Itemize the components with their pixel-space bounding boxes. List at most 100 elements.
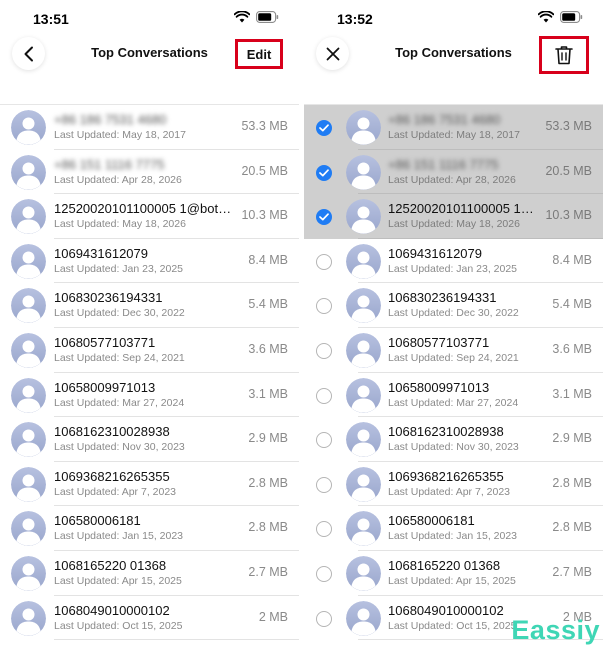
selection-checkbox[interactable] <box>316 565 332 582</box>
avatar <box>346 555 381 591</box>
conversation-row[interactable]: 106580006181 Last Updated: Jan 15, 2023 2.… <box>0 506 299 551</box>
person-icon <box>346 199 381 235</box>
conversation-row[interactable]: 1069431612079 Last Updated: Jan 23, 2025 8… <box>304 239 603 284</box>
avatar <box>346 243 381 279</box>
last-updated: Last Updated: Oct 15, 2025 <box>54 619 183 632</box>
last-updated: Last Updated: Apr 28, 2026 <box>388 173 516 186</box>
conversation-row[interactable]: 106580006181 Last Updated: Jan 15, 2023 2.… <box>304 506 603 551</box>
person-icon <box>11 422 46 458</box>
conversation-row[interactable]: 106830236194331 Last Updated: Dec 30, 202… <box>0 283 299 328</box>
selection-checkbox[interactable] <box>316 432 332 449</box>
conversation-row[interactable]: +86 186 7531 4680 Last Updated: May 18, 2… <box>304 105 603 150</box>
selection-checkbox[interactable] <box>316 342 332 359</box>
selection-checkbox[interactable] <box>316 610 332 627</box>
avatar <box>11 332 46 368</box>
person-icon <box>11 555 46 591</box>
conversation-row[interactable]: +86 186 7531 4680 Last Updated: May 18, 2… <box>0 105 299 150</box>
person-icon <box>11 332 46 368</box>
conversation-name: 10680577103771 <box>54 334 156 350</box>
selection-checkbox[interactable] <box>316 164 332 181</box>
conversation-row[interactable]: 1068165220 01368 Last Updated: Apr 15, 20… <box>304 551 603 596</box>
conversation-name: 12520020101100005 1@botplatform <box>54 201 236 217</box>
person-icon <box>346 466 381 502</box>
person-icon <box>11 154 46 190</box>
selection-checkbox[interactable] <box>316 476 332 493</box>
conversation-size: 3.1 MB <box>248 386 288 401</box>
conversation-name: 10680577103771 <box>388 334 490 350</box>
trash-icon <box>555 46 573 65</box>
checkmark-icon <box>319 124 329 132</box>
conversation-size: 5.4 MB <box>248 297 288 312</box>
screen-edit-mode: 13:52 Top Conversations +86 186 7531 468… <box>304 0 603 649</box>
conversation-row[interactable]: +86 151 1116 7775 Last Updated: Apr 28, 2… <box>0 150 299 195</box>
selection-checkbox[interactable] <box>316 298 332 315</box>
avatar <box>11 199 46 235</box>
selection-checkbox[interactable] <box>316 387 332 404</box>
last-updated: Last Updated: Jan 23, 2025 <box>54 262 184 275</box>
conversation-row[interactable]: 1069368216265355 Last Updated: Apr 7, 202… <box>0 462 299 507</box>
avatar <box>346 154 381 190</box>
avatar <box>346 511 381 547</box>
avatar <box>11 377 46 413</box>
conversation-name: 1068049010000102 <box>54 602 170 618</box>
conversation-row[interactable]: 10658009971013 Last Updated: Mar 27, 2024… <box>304 373 603 418</box>
person-icon <box>11 199 46 235</box>
last-updated: Last Updated: Sep 24, 2021 <box>388 351 519 364</box>
conversation-name: 106580006181 <box>54 513 141 529</box>
battery-icon <box>256 11 279 23</box>
last-updated: Last Updated: Jan 23, 2025 <box>388 262 518 275</box>
selection-checkbox[interactable] <box>316 521 332 538</box>
conversation-name: +86 151 1116 7775 <box>54 156 165 172</box>
conversation-row[interactable]: 1069368216265355 Last Updated: Apr 7, 202… <box>304 462 603 507</box>
last-updated: Last Updated: Apr 7, 2023 <box>54 485 177 498</box>
wifi-icon <box>538 11 554 23</box>
last-updated: Last Updated: May 18, 2026 <box>54 218 186 231</box>
conversation-size: 10.3 MB <box>241 208 288 223</box>
conversation-row[interactable]: 10680577103771 Last Updated: Sep 24, 2021… <box>304 328 603 373</box>
person-icon <box>346 555 381 591</box>
conversation-row[interactable]: 10680577103771 Last Updated: Sep 24, 2021… <box>0 328 299 373</box>
watermark-logo: Eassiy <box>511 615 600 645</box>
conversation-row[interactable]: 12520020101100005 1@botplatformLast Upda… <box>0 194 299 239</box>
conversation-row[interactable]: 1068162310028938 Last Updated: Nov 30, 20… <box>304 417 603 462</box>
person-icon <box>11 377 46 413</box>
conversation-row[interactable]: 1068162310028938 Last Updated: Nov 30, 20… <box>0 417 299 462</box>
selection-checkbox[interactable] <box>316 209 332 226</box>
conversation-row[interactable]: +86 151 1116 7775 Last Updated: Apr 28, 2… <box>304 149 603 195</box>
conversation-size: 2.8 MB <box>552 520 592 535</box>
conversation-row[interactable]: 10658009971013 Last Updated: Mar 27, 2024… <box>0 373 299 418</box>
conversation-name: 10658009971013 <box>388 379 490 395</box>
selection-checkbox[interactable] <box>316 253 332 270</box>
conversation-row[interactable]: 1068165220 01368 Last Updated: Apr 15, 20… <box>0 551 299 596</box>
person-icon <box>346 511 381 547</box>
conversation-size: 20.5 MB <box>545 163 592 178</box>
person-icon <box>11 466 46 502</box>
status-icons <box>538 11 583 23</box>
last-updated: Last Updated: Dec 30, 2022 <box>388 307 519 320</box>
conversation-size: 2 MB <box>258 609 288 624</box>
avatar <box>11 466 46 502</box>
status-icons <box>234 11 279 23</box>
last-updated: Last Updated: Jan 15, 2023 <box>54 530 184 543</box>
conversation-size: 2.9 MB <box>552 431 592 446</box>
avatar <box>11 422 46 458</box>
last-updated: Last Updated: Apr 15, 2025 <box>54 574 182 587</box>
conversation-name: +86 151 1116 7775 <box>388 156 499 172</box>
screen-view-mode: 13:51 Top Conversations Edit +86 186 753… <box>0 0 299 649</box>
conversation-row[interactable]: 12520020101100005 1@botplatformLast Upda… <box>304 194 603 239</box>
conversation-name: 1069431612079 <box>388 245 482 261</box>
edit-button[interactable]: Edit <box>235 39 283 69</box>
nav-bar: Top Conversations <box>304 36 603 74</box>
conversation-row[interactable]: 1068049010000102 Last Updated: Oct 15, 20… <box>0 596 299 641</box>
conversation-row[interactable]: 106830236194331 Last Updated: Dec 30, 202… <box>304 283 603 328</box>
conversation-size: 2.7 MB <box>552 564 592 579</box>
avatar <box>11 511 46 547</box>
selection-checkbox[interactable] <box>316 120 332 136</box>
conversation-name: 12520020101100005 1@botplatform <box>388 201 534 217</box>
last-updated: Last Updated: Apr 7, 2023 <box>388 485 511 498</box>
status-time: 13:52 <box>337 11 373 27</box>
conversation-size: 2.7 MB <box>248 564 288 579</box>
conversation-row[interactable]: 1069431612079 Last Updated: Jan 23, 2025 8… <box>0 239 299 284</box>
last-updated: Last Updated: Mar 27, 2024 <box>54 396 185 409</box>
delete-button[interactable] <box>539 36 589 74</box>
